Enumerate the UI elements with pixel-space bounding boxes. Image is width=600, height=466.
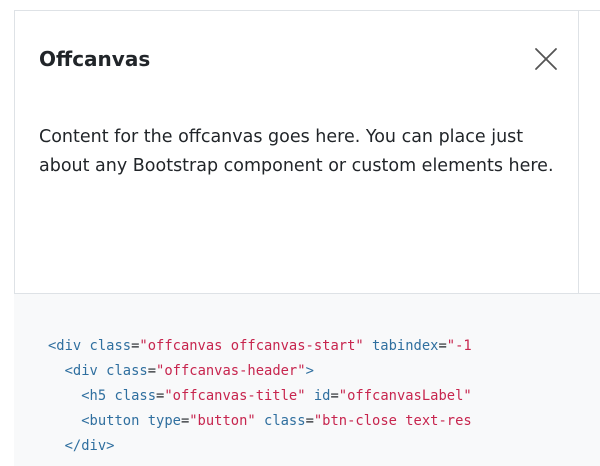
code-token-attr: id (313, 388, 331, 404)
code-token-attr: class (114, 388, 157, 404)
code-token-val: "button" (189, 413, 256, 429)
code-token-attr: tabindex (372, 338, 439, 354)
offcanvas-panel: Offcanvas Content for the offcanvas goes… (15, 11, 579, 294)
code-token-punc: = (180, 413, 190, 429)
code-token-val: "offcanvasLabel" (338, 388, 472, 404)
code-line: <button type="button" class="btn-close t… (48, 409, 472, 434)
code-line: <div class="offcanvas-header"> (48, 359, 472, 384)
close-x-icon (533, 46, 559, 72)
offcanvas-example-preview: Offcanvas Content for the offcanvas goes… (14, 10, 600, 294)
code-token-punc: = (330, 388, 339, 404)
code-token-attr: class (106, 363, 148, 379)
code-token-val: "offcanvas-title" (164, 388, 306, 404)
code-token-val: "btn-close text-res (313, 413, 472, 429)
code-token-punc (364, 338, 372, 354)
code-token-attr: class (264, 413, 306, 429)
close-button[interactable] (533, 46, 559, 72)
code-token-tag: > (305, 363, 314, 379)
code-token-tag: <button (81, 413, 140, 429)
code-token-tag: </div> (64, 438, 115, 454)
code-token-tag: <div (48, 338, 82, 354)
code-token-val: "offcanvas-header" (156, 363, 306, 379)
offcanvas-title: Offcanvas (39, 47, 151, 71)
code-line: <h5 class="offcanvas-title" id="offcanva… (48, 384, 472, 409)
code-token-punc (81, 338, 89, 354)
code-token-attr: class (89, 338, 132, 354)
code-snippet: <div class="offcanvas offcanvas-start" t… (48, 334, 472, 459)
code-token-punc (306, 388, 314, 404)
offcanvas-body-text: Content for the offcanvas goes here. You… (39, 127, 554, 176)
code-token-punc (139, 413, 147, 429)
code-token-val: "-1 (446, 338, 472, 354)
code-token-val: "offcanvas offcanvas-start" (139, 338, 364, 354)
code-token-tag: <div (64, 363, 98, 379)
code-token-punc: = (147, 363, 157, 379)
code-token-punc (98, 363, 106, 379)
code-line: <div class = "offcanvas offcanvas-start" t… (48, 334, 472, 359)
code-token-punc: = (305, 413, 314, 429)
code-token-tag: <h5 (81, 388, 107, 404)
code-token-punc: = (438, 338, 447, 354)
code-snippet-block[interactable]: <div class="offcanvas offcanvas-start" t… (14, 293, 600, 466)
code-token-punc (256, 413, 264, 429)
code-token-attr: type (147, 413, 181, 429)
code-line: </div> (48, 434, 472, 459)
